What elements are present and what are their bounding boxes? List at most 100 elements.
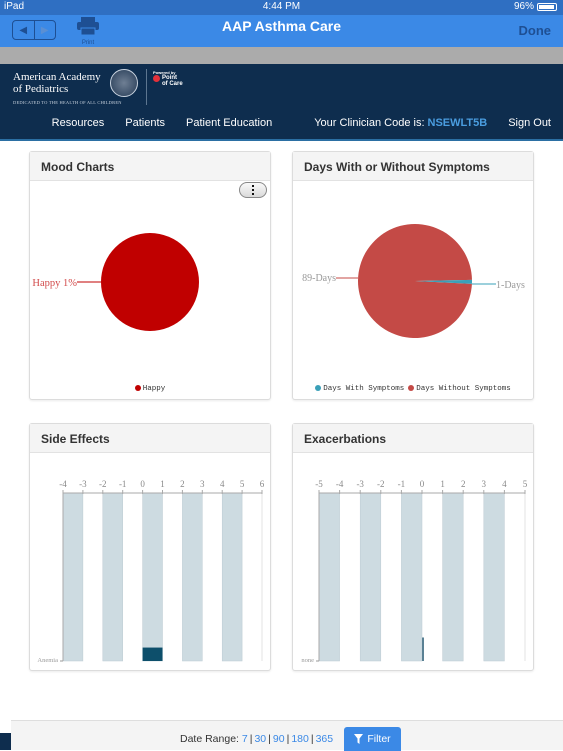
separator: | [268,733,271,745]
x-tick-label: 3 [482,479,487,489]
band-stripe [483,492,505,662]
x-tick-label: 2 [180,479,185,489]
x-tick-label: -3 [356,479,364,489]
filter-label: Filter [367,733,391,745]
days-symptoms-panel: Days With or Without Symptoms 89-Days 1-D… [292,151,534,400]
logo-divider [146,69,147,105]
pie-data-label: Happy 1% [32,278,77,289]
exacerbations-panel: Exacerbations -5 -4 -3 -2 -1 0 1 2 3 4 5 none [292,423,534,671]
x-tick-label: 4 [220,479,225,489]
pie-data-label: 89-Days [302,273,336,284]
clock: 4:44 PM [262,1,301,12]
x-tick-label: -3 [79,479,87,489]
mood-pie-chart: Happy 1% [32,233,199,331]
band-stripe [221,492,243,662]
x-tick-label: 5 [240,479,245,489]
sign-out-link[interactable]: Sign Out [508,117,551,129]
side-effects-panel: Side Effects -4 -3 -2 -1 0 1 2 3 4 5 6 Anemia [29,423,271,671]
app-title: AAP Asthma Care [221,18,342,34]
pie-slice[interactable] [101,233,199,331]
top-nav: Resources Patients Patient Education You… [31,117,551,129]
legend-label: Days With Symptoms [323,385,405,393]
battery-icon [537,2,557,11]
x-tick-label: 1 [160,479,165,489]
band-stripe [182,492,203,662]
footer-bar: Date Range: 7 | 30 | 90 | 180 | 365 Filter [11,720,563,751]
nav-bar: ◀ ▶ Print AAP Asthma Care Done [0,15,563,47]
footer-accent [0,733,11,750]
separator: | [310,733,314,745]
band-stripe [359,492,382,662]
done-button[interactable]: Done [519,23,552,38]
nav-resources[interactable]: Resources [52,117,105,129]
x-tick-label: -4 [59,479,67,489]
x-tick-label: -5 [315,479,323,489]
separator: | [286,733,290,745]
x-tick-label: 4 [502,479,507,489]
x-tick-label: 1 [440,479,445,489]
nav-patient-education[interactable]: Patient Education [186,117,272,129]
legend-label: Days Without Symptoms [416,385,511,393]
y-category-label: Anemia [37,657,58,664]
aap-seal-icon [110,69,138,97]
menu-dot-icon [252,185,254,187]
band-stripe [401,492,423,662]
legend-item[interactable]: Days With Symptoms [315,385,404,393]
menu-dot-icon [252,189,254,191]
x-tick-label: 3 [200,479,205,489]
x-tick-label: -2 [99,479,107,489]
range-90[interactable]: 90 [273,733,285,745]
band-stripe [318,492,340,662]
range-7[interactable]: 7 [242,733,248,745]
y-category-label: none [301,657,314,664]
side-effects-chart: -4 -3 -2 -1 0 1 2 3 4 5 6 Anemia [37,479,265,664]
aap-logo-text[interactable]: American Academy of Pediatrics [13,71,101,95]
band-stripe [142,492,163,662]
days-legend: Days With Symptoms Days Without Symptoms [293,385,533,393]
legend-swatch [134,385,141,392]
range-30[interactable]: 30 [254,733,266,745]
legend-label: Happy [142,385,166,393]
clinician-code-value: NSEWLT5B [427,117,488,129]
range-365[interactable]: 365 [316,733,334,745]
x-tick-label: 5 [523,479,528,489]
filter-button[interactable]: Filter [344,727,401,751]
org-name-line2: of Pediatrics [13,83,69,95]
data-bar[interactable] [422,637,424,661]
panel-title: Days With or Without Symptoms [293,152,533,181]
poc-logo-icon [153,75,160,82]
poc-line2: of Care [162,81,183,87]
range-180[interactable]: 180 [291,733,309,745]
aap-tagline: DEDICATED TO THE HEALTH OF ALL CHILDREN [13,100,122,105]
battery-fill [539,4,555,9]
legend-swatch [408,385,415,392]
print-label: Print [81,40,95,46]
x-tick-label: 0 [420,479,425,489]
mood-charts-panel: Mood Charts Happy 1% Happy [29,151,271,400]
panel-title: Mood Charts [30,152,270,181]
band-stripe [62,492,84,662]
clinician-code-label: Your Clinician Code is: [314,117,425,129]
site-header: American Academy of Pediatrics DEDICATED… [0,64,563,141]
date-range: Date Range: 7 | 30 | 90 | 180 | 365 [180,733,333,745]
x-tick-label: -1 [398,479,406,489]
toolbar-separator [0,47,563,64]
org-name-line1: American Academy [13,71,101,83]
date-range-label: Date Range: [180,733,239,745]
battery-indicator: 96% [514,1,557,12]
filter-funnel-icon [354,734,364,744]
legend-swatch [315,385,322,392]
status-bar: iPad 4:44 PM 96% [0,0,563,15]
legend-item[interactable]: Happy [134,385,166,393]
battery-percent: 96% [513,1,534,12]
x-tick-label: -2 [377,479,385,489]
panel-title: Exacerbations [293,424,533,453]
nav-patients[interactable]: Patients [125,117,165,129]
x-tick-label: 2 [461,479,466,489]
legend-item[interactable]: Days Without Symptoms [408,385,511,393]
x-tick-label: -4 [336,479,344,489]
mood-legend: Happy [30,385,270,393]
x-tick-label: 6 [260,479,265,489]
data-bar[interactable] [142,647,163,661]
clinician-code: Your Clinician Code is: NSEWLT5B [293,117,487,129]
